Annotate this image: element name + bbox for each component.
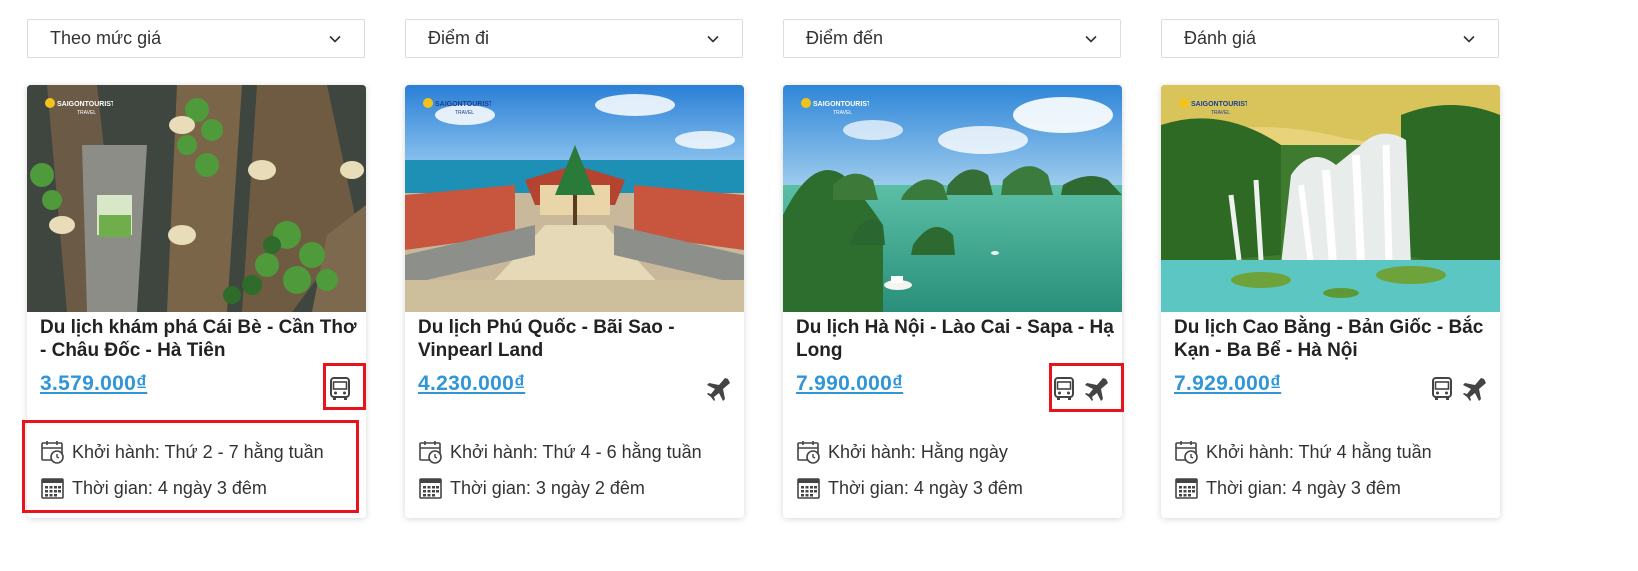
svg-text:TRAVEL: TRAVEL: [833, 110, 852, 116]
calendar-clock-icon: [1175, 441, 1198, 464]
calendar-icon: [1175, 478, 1198, 499]
duration-text: Thời gian: 4 ngày 3 đêm: [1206, 477, 1401, 498]
tour-title[interactable]: Du lịch Hà Nội - Lào Cai - Sapa - Hạ Lon…: [796, 316, 1114, 362]
departure-info: Khởi hành: Thứ 2 - 7 hằng tuần: [40, 439, 324, 465]
filter-price[interactable]: Theo mức giá: [27, 19, 365, 58]
bus-icon: [1432, 377, 1452, 400]
plane-icon: [1463, 378, 1486, 401]
saigontourist-logo: SAIGONTOURIST TRAVEL: [801, 98, 869, 116]
tour-price[interactable]: 4.230.000₫: [418, 372, 525, 396]
saigontourist-logo: SAIGONTOURIST TRAVEL: [1179, 98, 1247, 116]
svg-text:SAIGONTOURIST: SAIGONTOURIST: [435, 101, 491, 108]
calendar-icon: [41, 478, 64, 499]
filter-price-label: Theo mức giá: [50, 28, 162, 48]
duration-info: Thời gian: 3 ngày 2 đêm: [418, 475, 645, 501]
duration-info: Thời gian: 4 ngày 3 đêm: [796, 475, 1023, 501]
bus-icon: [330, 377, 350, 400]
filter-departure[interactable]: Điểm đi: [405, 19, 743, 58]
calendar-clock-icon: [419, 441, 442, 464]
saigontourist-logo: SAIGONTOURIST TRAVEL: [423, 98, 491, 116]
departure-text: Khởi hành: Thứ 2 - 7 hằng tuần: [72, 441, 324, 462]
departure-info: Khởi hành: Thứ 4 hằng tuần: [1174, 439, 1432, 465]
tour-photo-phu-quoc[interactable]: SAIGONTOURIST TRAVEL: [405, 85, 744, 312]
svg-text:TRAVEL: TRAVEL: [77, 110, 96, 116]
duration-text: Thời gian: 4 ngày 3 đêm: [828, 477, 1023, 498]
calendar-icon: [797, 478, 820, 499]
departure-text: Khởi hành: Hằng ngày: [828, 441, 1008, 462]
svg-text:SAIGONTOURIST: SAIGONTOURIST: [57, 101, 113, 108]
tour-photo-ha-long[interactable]: SAIGONTOURIST TRAVEL: [783, 85, 1122, 312]
duration-text: Thời gian: 3 ngày 2 đêm: [450, 477, 645, 498]
filter-destination-label: Điểm đến: [806, 28, 884, 48]
filter-rating-label: Đánh giá: [1184, 28, 1257, 48]
plane-icon: [1085, 378, 1108, 401]
tour-title[interactable]: Du lịch khám phá Cái Bè - Cần Thơ - Châu…: [40, 316, 358, 362]
svg-text:TRAVEL: TRAVEL: [455, 110, 474, 116]
svg-text:TRAVEL: TRAVEL: [1211, 110, 1230, 116]
tour-price[interactable]: 7.929.000₫: [1174, 372, 1281, 396]
calendar-clock-icon: [797, 441, 820, 464]
tour-card[interactable]: SAIGONTOURIST TRAVEL Du lịch khám phá Cá…: [27, 85, 366, 518]
tour-photo-ban-gioc[interactable]: SAIGONTOURIST TRAVEL: [1161, 85, 1500, 312]
chevron-down-icon: [1463, 35, 1475, 43]
bus-icon: [1054, 377, 1074, 400]
filter-destination[interactable]: Điểm đến: [783, 19, 1121, 58]
filter-departure-label: Điểm đi: [428, 28, 490, 48]
departure-info: Khởi hành: Hằng ngày: [796, 439, 1008, 465]
departure-info: Khởi hành: Thứ 4 - 6 hằng tuần: [418, 439, 702, 465]
tour-card[interactable]: SAIGONTOURIST TRAVEL Du lịch Cao Bằng - …: [1161, 85, 1500, 518]
plane-icon: [707, 378, 730, 401]
chevron-down-icon: [1085, 35, 1097, 43]
duration-info: Thời gian: 4 ngày 3 đêm: [1174, 475, 1401, 501]
chevron-down-icon: [707, 35, 719, 43]
calendar-clock-icon: [41, 441, 64, 464]
tour-title[interactable]: Du lịch Phú Quốc - Bãi Sao - Vinpearl La…: [418, 316, 736, 362]
tour-photo-floating-market[interactable]: SAIGONTOURIST TRAVEL: [27, 85, 366, 312]
calendar-icon: [419, 478, 442, 499]
departure-text: Khởi hành: Thứ 4 hằng tuần: [1206, 441, 1432, 462]
duration-info: Thời gian: 4 ngày 3 đêm: [40, 475, 267, 501]
svg-text:SAIGONTOURIST: SAIGONTOURIST: [1191, 101, 1247, 108]
chevron-down-icon: [329, 35, 341, 43]
tour-title[interactable]: Du lịch Cao Bằng - Bản Giốc - Bắc Kạn - …: [1174, 316, 1492, 362]
departure-text: Khởi hành: Thứ 4 - 6 hằng tuần: [450, 441, 702, 462]
tour-card[interactable]: SAIGONTOURIST TRAVEL Du lịch Hà Nội - Là…: [783, 85, 1122, 518]
tour-price[interactable]: 7.990.000₫: [796, 372, 903, 396]
saigontourist-logo: SAIGONTOURIST TRAVEL: [45, 98, 113, 116]
tour-card[interactable]: SAIGONTOURIST TRAVEL Du lịch Phú Quốc - …: [405, 85, 744, 518]
tour-price[interactable]: 3.579.000₫: [40, 372, 147, 396]
duration-text: Thời gian: 4 ngày 3 đêm: [72, 477, 267, 498]
filter-rating[interactable]: Đánh giá: [1161, 19, 1499, 58]
svg-text:SAIGONTOURIST: SAIGONTOURIST: [813, 101, 869, 108]
